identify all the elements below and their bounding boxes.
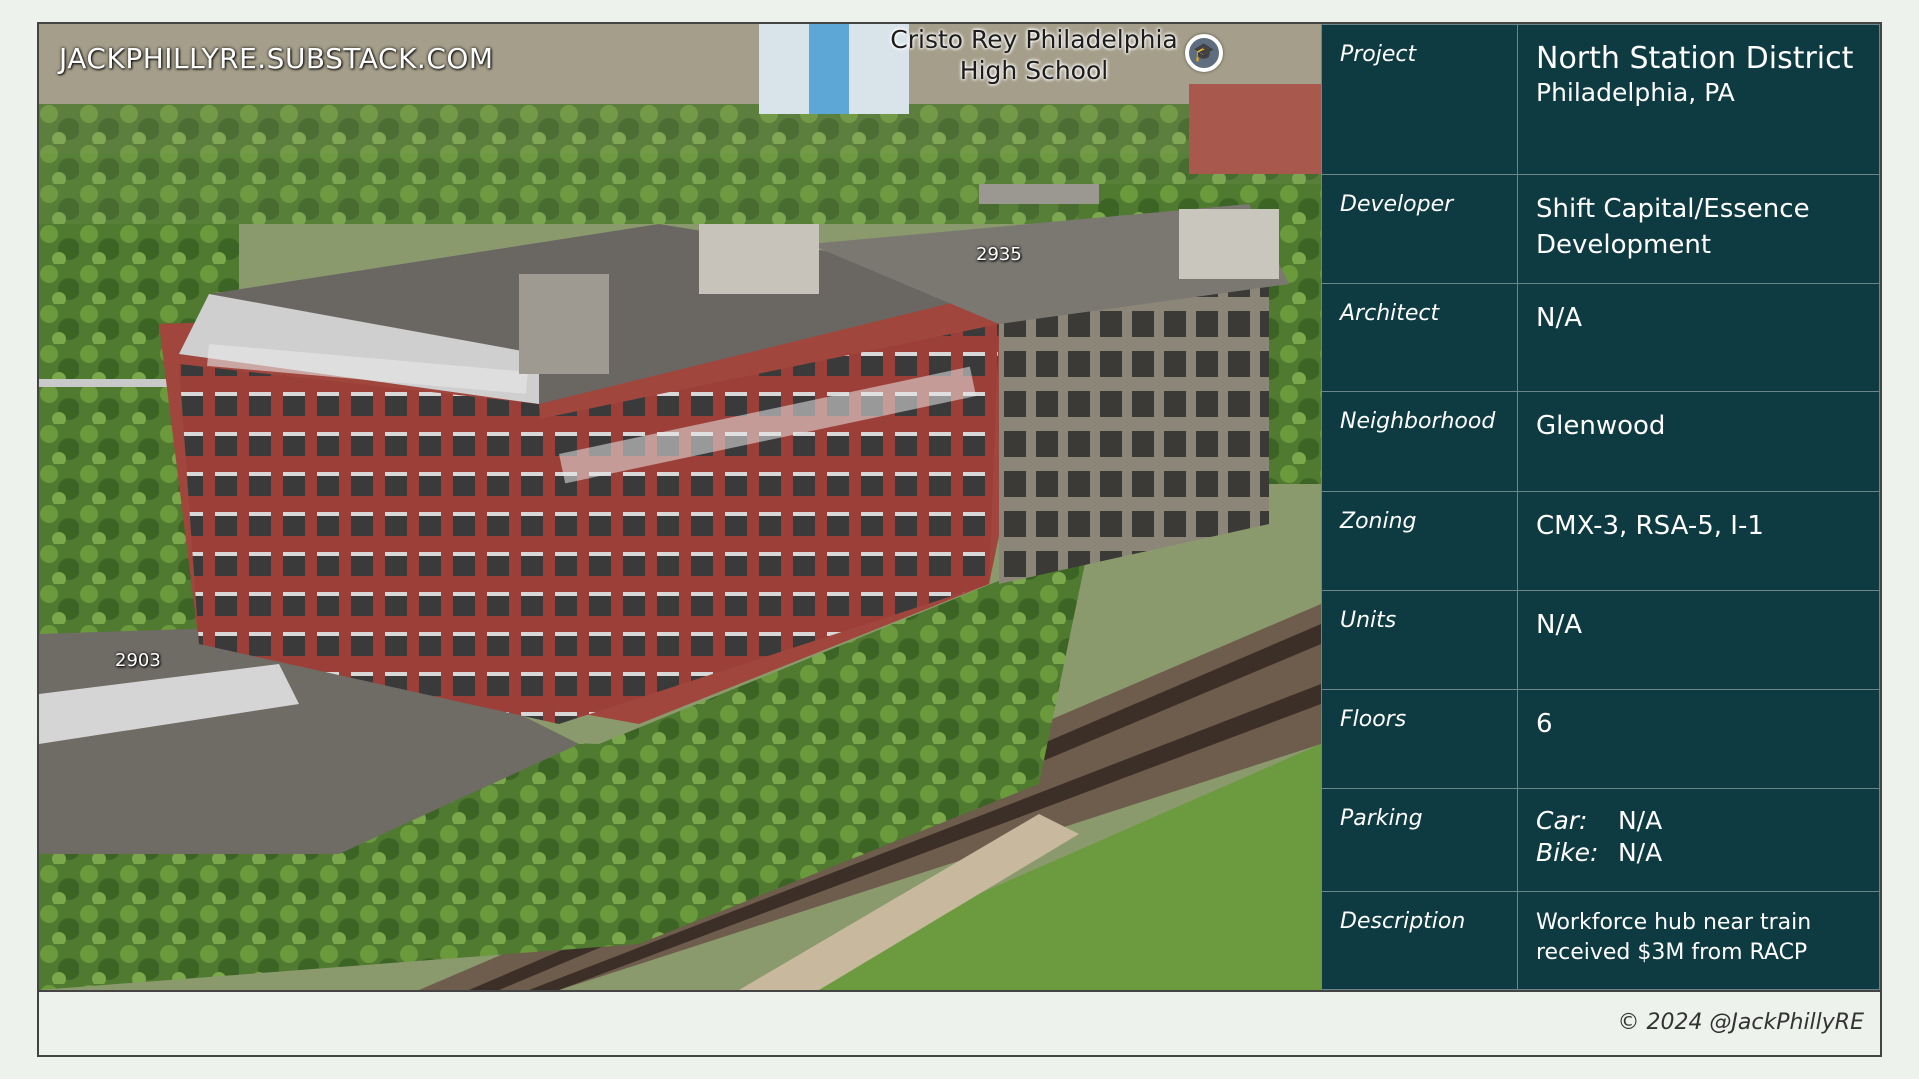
slide-frame: JACKPHILLYRE.SUBSTACK.COM Cristo Rey Phi…: [37, 22, 1882, 1057]
developer-line2: Development: [1536, 230, 1712, 260]
parking-bike: Bike: N/A: [1536, 837, 1861, 869]
row-value: Glenwood: [1517, 391, 1880, 492]
project-name: North Station District: [1536, 41, 1854, 76]
row-value: CMX-3, RSA-5, I-1: [1517, 491, 1880, 591]
aerial-photo-illustration: [39, 24, 1321, 990]
parking-bike-value: N/A: [1617, 838, 1663, 867]
table-row-description: Description Workforce hub near train rec…: [1321, 891, 1880, 990]
row-value: N/A: [1517, 283, 1880, 392]
footer: © 2024 @JackPhillyRE: [39, 990, 1880, 1055]
table-row-units: Units N/A: [1321, 590, 1880, 690]
row-value: 6: [1517, 689, 1880, 789]
row-label: Architect: [1321, 283, 1518, 392]
school-icon: 🎓: [1185, 34, 1223, 72]
parking-car: Car: N/A: [1536, 805, 1861, 837]
row-value: North Station District Philadelphia, PA: [1517, 24, 1880, 175]
row-label: Units: [1321, 590, 1518, 690]
row-label: Description: [1321, 891, 1518, 990]
project-info-table: Project North Station District Philadelp…: [1321, 24, 1880, 990]
table-row-developer: Developer Shift Capital/Essence Developm…: [1321, 174, 1880, 284]
row-label: Zoning: [1321, 491, 1518, 591]
row-label: Developer: [1321, 174, 1518, 284]
row-label: Floors: [1321, 689, 1518, 789]
row-value: Car: N/A Bike: N/A: [1517, 788, 1880, 892]
aerial-photo: JACKPHILLYRE.SUBSTACK.COM Cristo Rey Phi…: [39, 24, 1321, 990]
developer-line1: Shift Capital/Essence: [1536, 194, 1810, 224]
description-line2: received $3M from RACP: [1536, 940, 1808, 965]
copyright-text: © 2024 @JackPhillyRE: [1617, 1010, 1864, 1035]
table-row-zoning: Zoning CMX-3, RSA-5, I-1: [1321, 491, 1880, 591]
address-label-2935: 2935: [976, 244, 1022, 265]
parking-bike-label: Bike:: [1536, 838, 1599, 867]
school-poi-label-line2: High School: [959, 56, 1109, 85]
table-row-neighborhood: Neighborhood Glenwood: [1321, 391, 1880, 492]
substack-watermark: JACKPHILLYRE.SUBSTACK.COM: [59, 42, 494, 75]
row-value: N/A: [1517, 590, 1880, 690]
school-poi-label: Cristo Rey Philadelphia High School: [884, 24, 1184, 86]
table-row-parking: Parking Car: N/A Bike: N/A: [1321, 788, 1880, 892]
row-label: Project: [1321, 24, 1518, 175]
row-label: Neighborhood: [1321, 391, 1518, 492]
parking-car-label: Car:: [1536, 806, 1588, 835]
project-location: Philadelphia, PA: [1536, 78, 1735, 107]
row-value: Workforce hub near train received $3M fr…: [1517, 891, 1880, 990]
table-row-project: Project North Station District Philadelp…: [1321, 24, 1880, 175]
table-row-architect: Architect N/A: [1321, 283, 1880, 392]
table-row-floors: Floors 6: [1321, 689, 1880, 789]
row-value: Shift Capital/Essence Development: [1517, 174, 1880, 284]
parking-car-value: N/A: [1617, 806, 1663, 835]
address-label-2903: 2903: [115, 650, 161, 671]
school-poi-label-line1: Cristo Rey Philadelphia: [890, 25, 1178, 54]
row-label: Parking: [1321, 788, 1518, 892]
description-line1: Workforce hub near train: [1536, 910, 1812, 935]
